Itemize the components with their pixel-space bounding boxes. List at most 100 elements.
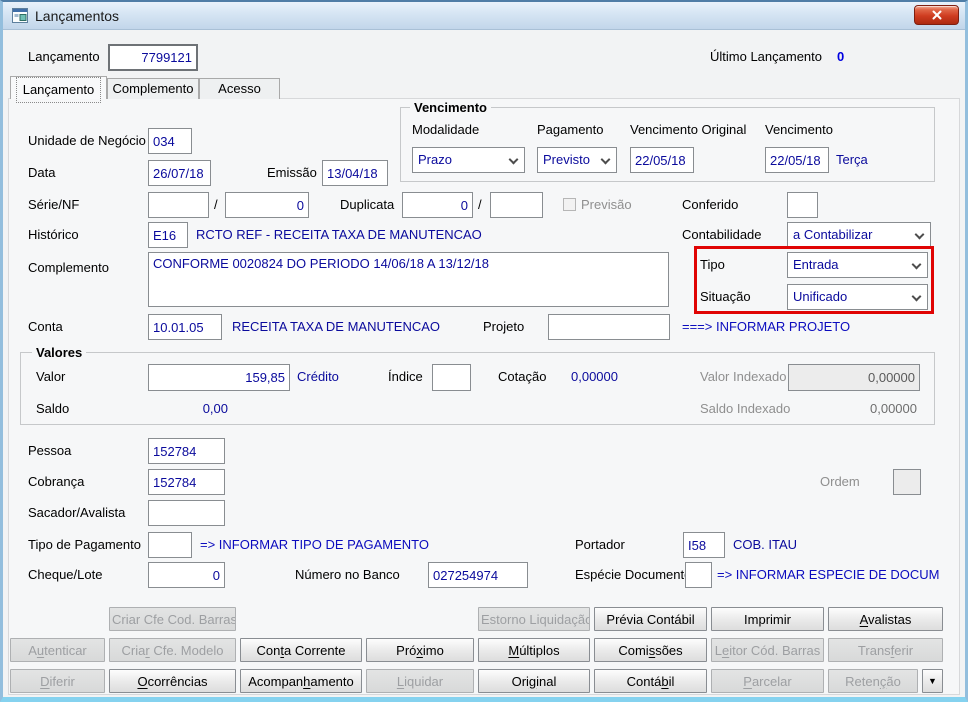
valor-credito-text: Crédito [297,369,339,384]
parcelar-button: Parcelar [711,669,824,693]
vencimento-input[interactable] [765,147,829,173]
historico-description: RCTO REF - RECEITA TAXA DE MANUTENCAO [196,227,482,242]
valor-indexado-input [788,364,920,391]
complemento-textarea[interactable]: CONFORME 0020824 DO PERIODO 14/06/18 A 1… [148,252,669,307]
saldo-value: 0,00 [202,401,228,416]
acompanhamento-button[interactable]: Acompanhamento [240,669,362,693]
close-icon [932,10,941,20]
conta-label: Conta [28,319,63,334]
emissao-input[interactable] [322,160,388,186]
valor-indexado-label: Valor Indexado [700,369,787,384]
contabilidade-select[interactable]: a Contabilizar [787,222,931,248]
saldo-indexado-label: Saldo Indexado [700,401,791,416]
cotacao-value: 0,00000 [571,369,618,384]
situacao-label: Situação [700,289,751,304]
indice-input[interactable] [432,364,471,391]
tipo-label: Tipo [700,257,725,272]
cobranca-input[interactable] [148,469,225,495]
criar-cfe-modelo-button: Criar Cfe. Modelo [109,638,236,662]
historico-code-input[interactable] [148,222,188,248]
saldo-indexado-value: 0,00000 [870,401,917,416]
comissoes-button[interactable]: Comissões [594,638,707,662]
portador-label: Portador [575,537,625,552]
projeto-hint: ===> INFORMAR PROJETO [682,319,851,334]
titlebar[interactable]: Lançamentos [3,2,965,30]
previsao-checkbox [563,198,576,211]
complemento-label: Complemento [28,260,109,275]
estorno-liquidacao-button: Estorno Liquidação [478,607,590,631]
serie-nf-separator: / [214,197,218,212]
serie-nf-label: Série/NF [28,197,80,212]
projeto-label: Projeto [483,319,525,334]
nf-number-input[interactable] [225,192,309,218]
original-button[interactable]: Original [478,669,590,693]
transferir-button: Transferir [828,638,943,662]
unidade-negocio-label: Unidade de Negócio [28,133,146,148]
close-button[interactable] [914,5,959,25]
conta-code-input[interactable] [148,314,222,340]
ordem-input [893,469,921,495]
cheque-lote-input[interactable] [148,562,225,588]
cheque-lote-label: Cheque/Lote [28,567,103,582]
tipo-pagamento-input[interactable] [148,532,192,558]
modalidade-label: Modalidade [412,122,480,137]
especie-documento-input[interactable] [685,562,712,588]
pessoa-label: Pessoa [28,443,72,458]
chevron-down-icon [911,291,922,302]
especie-documento-label: Espécie Documento [575,567,692,582]
tipo-select[interactable]: Entrada [787,252,928,278]
valores-group-title: Valores [32,345,87,360]
window-title: Lançamentos [35,8,120,24]
valor-input[interactable] [148,364,290,391]
duplicata-seq-input[interactable] [490,192,543,218]
serie-nf-input[interactable] [148,192,209,218]
conta-description: RECEITA TAXA DE MANUTENCAO [232,319,441,334]
portador-input[interactable] [683,532,725,558]
multiplos-button[interactable]: Múltiplos [478,638,590,662]
tipo-pagamento-hint: => INFORMAR TIPO DE PAGAMENTO [200,537,429,552]
tab-lancamento[interactable]: Lançamento [10,76,107,103]
more-actions-button[interactable]: ▼ [922,669,943,693]
numero-banco-label: Número no Banco [295,567,400,582]
contabilidade-label: Contabilidade [682,227,762,242]
chevron-down-icon [911,259,922,270]
tab-complemento[interactable]: Complemento [107,78,199,99]
avalistas-button[interactable]: Avalistas [828,607,943,631]
lancamento-number-input[interactable] [108,44,198,71]
chevron-down-icon [600,154,611,165]
previa-contabil-button[interactable]: Prévia Contábil [594,607,707,631]
vencimento-weekday: Terça [836,152,868,167]
imprimir-button[interactable]: Imprimir [711,607,824,631]
data-input[interactable] [148,160,211,186]
pessoa-input[interactable] [148,438,225,464]
vencimento-original-input[interactable] [630,147,694,173]
numero-banco-input[interactable] [428,562,528,588]
duplicata-input[interactable] [402,192,473,218]
sacador-avalista-input[interactable] [148,500,225,526]
window-icon [12,8,28,23]
chevron-down-icon [508,154,519,165]
diferir-button: Diferir [10,669,105,693]
conta-corrente-button[interactable]: Conta Corrente [240,638,362,662]
conferido-input[interactable] [787,192,818,218]
vencimento-label: Vencimento [765,122,833,137]
duplicata-separator: / [478,197,482,212]
unidade-negocio-input[interactable] [148,128,192,154]
criar-cfe-cod-barras-button: Criar Cfe Cod. Barras [109,607,236,631]
projeto-input[interactable] [548,314,670,340]
ordem-label: Ordem [820,474,860,489]
proximo-button[interactable]: Próximo [366,638,474,662]
vencimento-original-label: Vencimento Original [630,122,747,137]
data-label: Data [28,165,56,180]
chevron-down-icon [914,229,925,240]
pagamento-select[interactable]: Previsto [537,147,617,173]
indice-label: Índice [388,369,423,384]
duplicata-label: Duplicata [340,197,395,212]
contabil-button[interactable]: Contábil [594,669,707,693]
ocorrencias-button[interactable]: Ocorrências [109,669,236,693]
situacao-select[interactable]: Unificado [787,284,928,310]
modalidade-select[interactable]: Prazo [412,147,525,173]
ultimo-lancamento-label: Último Lançamento [710,49,822,64]
tab-acesso[interactable]: Acesso [199,78,280,99]
cobranca-label: Cobrança [28,474,85,489]
